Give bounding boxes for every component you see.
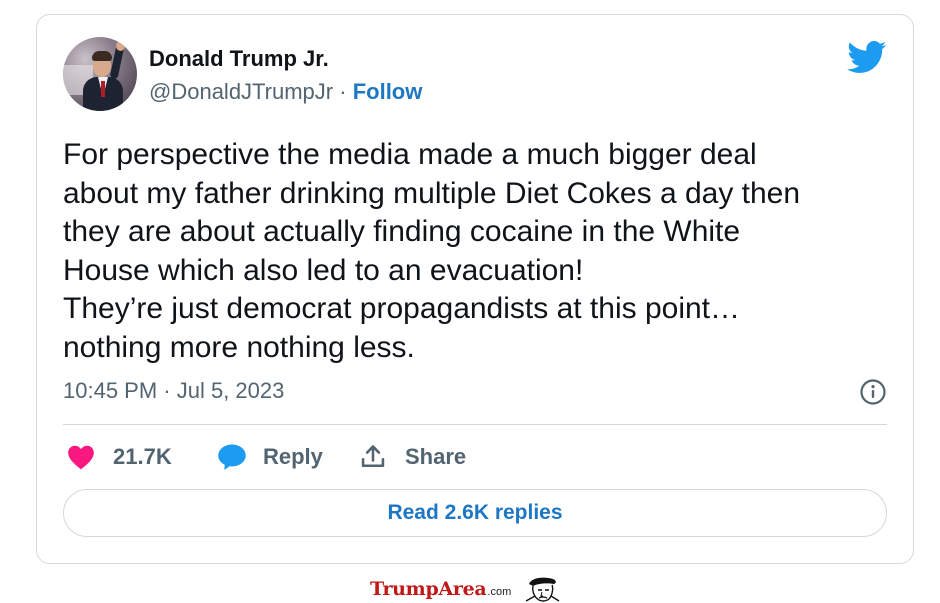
like-button[interactable]: 21.7K: [67, 442, 172, 472]
caricature-face-icon: [525, 577, 560, 602]
heart-icon: [68, 445, 94, 470]
tweet-timestamp[interactable]: 10:45 PM · Jul 5, 2023: [63, 378, 284, 404]
tweet-text-line: For perspective the media made a much bi…: [63, 138, 757, 171]
tweet-text-line: House which also led to an evacuation!: [63, 253, 584, 287]
watermark-suffix: .com: [487, 586, 512, 598]
divider: [63, 424, 887, 425]
speech-bubble-icon: [218, 444, 246, 470]
read-replies-button[interactable]: Read 2.6K replies: [63, 489, 887, 537]
author-handle-row: @DonaldJTrumpJr · Follow: [149, 79, 422, 105]
share-button[interactable]: Share: [359, 442, 466, 472]
reply-button[interactable]: Reply: [217, 442, 323, 472]
tweet-body: For perspective the media made a much bi…: [63, 136, 883, 367]
watermark-brand: TrumpArea: [370, 578, 487, 600]
info-icon[interactable]: [859, 378, 887, 406]
share-upload-icon: [361, 445, 385, 468]
twitter-bird-icon[interactable]: [847, 41, 887, 74]
follow-link[interactable]: Follow: [353, 79, 423, 104]
share-label: Share: [405, 444, 467, 469]
author-name[interactable]: Donald Trump Jr.: [149, 46, 329, 72]
author-handle[interactable]: @DonaldJTrumpJr: [149, 79, 333, 104]
tweet-card: Donald Trump Jr. @DonaldJTrumpJr · Follo…: [36, 14, 914, 564]
author-avatar[interactable]: [63, 37, 137, 111]
like-count: 21.7K: [113, 444, 172, 469]
tweet-text-line: nothing more nothing less.: [63, 330, 415, 364]
reply-label: Reply: [263, 444, 323, 469]
tweet-text-line: They’re just democrat propagandists at t…: [63, 292, 741, 325]
handle-separator: ·: [339, 79, 347, 104]
tweet-text-line: about my father drinking multiple Diet C…: [63, 176, 801, 210]
tweet-text-line: they are about actually finding cocaine …: [63, 215, 741, 248]
site-watermark: TrumpArea .com: [370, 576, 561, 602]
